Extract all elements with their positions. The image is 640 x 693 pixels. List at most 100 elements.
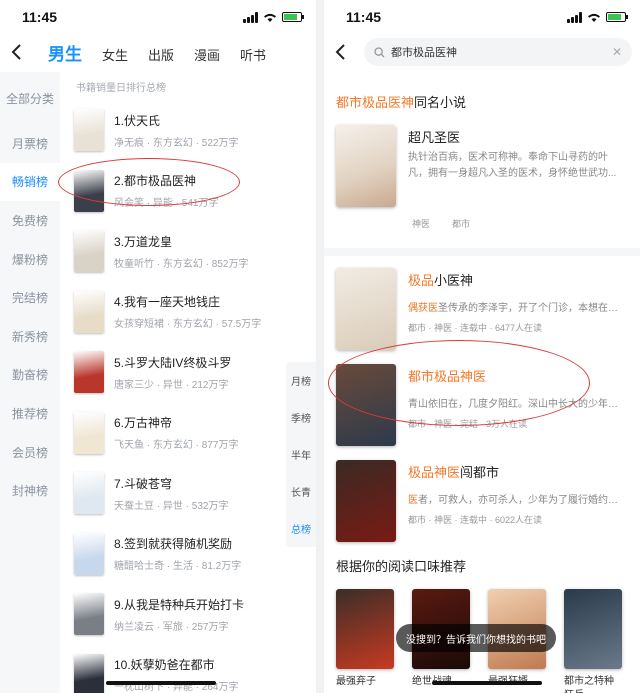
clear-icon[interactable]: ✕ <box>612 45 622 59</box>
tag[interactable]: 神医 <box>412 217 430 230</box>
book-cover <box>74 290 104 333</box>
book-cover <box>74 653 104 693</box>
book-title: 1.伏天氏 <box>114 113 161 128</box>
book-title: 9.从我是特种兵开始打卡 <box>114 597 245 612</box>
book-row[interactable]: 9.从我是特种兵开始打卡 纳兰凌云 · 军旅 · 257万字 <box>60 584 316 645</box>
book-meta: 净无痕 · 东方玄幻 · 522万字 <box>114 137 239 149</box>
status-time: 11:45 <box>346 9 382 25</box>
book-cover <box>74 532 104 575</box>
period-tab-season[interactable]: 季榜 <box>286 399 316 436</box>
battery-icon <box>282 12 304 22</box>
list-header: 书籍销量日排行总榜 <box>76 82 166 94</box>
highlight-circle <box>328 340 590 426</box>
book-row[interactable]: 6.万古神帝飞天鱼 · 东方玄幻 · 877万字 <box>60 403 316 464</box>
search-query: 都市极品医神 <box>391 47 457 59</box>
book-title: 10.妖孽奶爸在都市 <box>114 658 215 673</box>
book-title: 5.斗罗大陆IV终极斗罗 <box>114 355 232 370</box>
recommend-book[interactable]: 最强弃子 <box>336 589 394 693</box>
tab-publish[interactable]: 出版 <box>148 45 174 64</box>
book-row[interactable]: 4.我有一座天地钱庄 女孩穿短裙 · 东方玄幻 · 57.5万字 <box>60 282 316 343</box>
signal-icon <box>567 11 582 23</box>
book-row[interactable]: 7.斗破苍穹 天蚕土豆 · 异世 · 532万字 <box>60 463 316 524</box>
side-item-member[interactable]: 会员榜 <box>0 433 60 472</box>
result-book-desc: 偶获医圣传承的李泽宇，开了个门诊，本想在门诊... <box>408 301 626 316</box>
highlight-circle <box>58 158 240 206</box>
back-button[interactable] <box>332 43 350 61</box>
tab-female[interactable]: 女生 <box>102 45 128 64</box>
feedback-toast[interactable]: 没搜到？告诉我们你想找的书吧 <box>396 624 556 652</box>
ranking-screen: 11:45 男生 女生 出版 漫画 听书 全部分类 月票榜 畅销榜 免费榜 爆粉… <box>0 0 316 693</box>
book-row[interactable]: 1.伏天氏净无痕 · 东方玄幻 · 522万字 <box>60 100 316 161</box>
tag[interactable]: 都市 <box>452 217 470 230</box>
divider <box>316 0 324 693</box>
section-separator <box>324 248 640 256</box>
book-row[interactable]: 8.签到就获得随机奖励 糖醋哈士奇 · 生活 · 81.2万字 <box>60 524 316 585</box>
ranking-side-menu: 全部分类 月票榜 畅销榜 免费榜 爆粉榜 完结榜 新秀榜 勤奋榜 推荐榜 会员榜… <box>0 72 60 693</box>
book-cover <box>74 230 104 273</box>
featured-book-cover <box>336 125 396 207</box>
search-result-card[interactable]: 极品神医闯都市 医者，可救人，亦可杀人，少年为了履行婚约而从... 都市 · 神医 … <box>324 460 640 542</box>
side-item-all-categories[interactable]: 全部分类 <box>0 72 60 124</box>
result-desc-text: 圣传承的李泽宇，开了个门诊，本想在门诊... <box>438 303 626 314</box>
period-tabs: 月榜 季榜 半年 长青 总榜 <box>286 362 316 547</box>
featured-book-card[interactable]: 超凡圣医 执针治百病，医术可称神。奉命下山寻药的叶 凡，拥有一身超凡入圣的医术，… <box>324 125 640 207</box>
result-book-desc: 医者，可救人，亦可杀人，少年为了履行婚约而从... <box>408 493 626 508</box>
side-item-monthly-ticket[interactable]: 月票榜 <box>0 124 60 163</box>
period-tab-total[interactable]: 总榜 <box>286 510 316 547</box>
back-button[interactable] <box>8 43 26 61</box>
wifi-icon <box>264 13 276 22</box>
top-nav: 男生 女生 出版 漫画 听书 <box>0 34 316 70</box>
side-item-recommend[interactable]: 推荐榜 <box>0 394 60 433</box>
search-icon <box>374 46 385 57</box>
side-item-bestseller[interactable]: 畅销榜 <box>0 162 60 202</box>
result-title-highlight: 极品神医 <box>408 465 461 480</box>
result-book-title: 极品小医神 <box>408 270 626 289</box>
recommend-book-title: 都市之特种狂兵 <box>564 676 614 693</box>
book-meta: 天蚕土豆 · 异世 · 532万字 <box>114 500 229 512</box>
signal-icon <box>243 11 258 23</box>
period-tab-evergreen[interactable]: 长青 <box>286 473 316 510</box>
book-cover <box>74 109 104 152</box>
period-tab-half-year[interactable]: 半年 <box>286 436 316 473</box>
book-row[interactable]: 3.万道龙皇牧童听竹 · 东方玄幻 · 852万字 <box>60 221 316 282</box>
featured-book-desc-2: 凡，拥有一身超凡入圣的医术，身怀绝世武功... <box>408 168 617 179</box>
book-title: 6.万古神帝 <box>114 416 173 431</box>
featured-book-tags: 神医 都市 <box>324 217 640 230</box>
book-meta: 牧童听竹 · 东方玄幻 · 852万字 <box>114 258 249 270</box>
side-item-diligent[interactable]: 勤奋榜 <box>0 356 60 395</box>
book-cover <box>74 472 104 515</box>
result-desc-highlight: 偶获医 <box>408 303 438 314</box>
channel-tabs: 男生 女生 出版 漫画 听书 <box>48 40 266 65</box>
book-meta: 飞天鱼 · 东方玄幻 · 877万字 <box>114 440 239 452</box>
chevron-left-icon <box>335 44 345 60</box>
tab-male[interactable]: 男生 <box>48 40 82 65</box>
result-title-highlight: 极品 <box>408 273 435 288</box>
result-book-meta: 都市 · 神医 · 连载中 · 6477人在读 <box>408 323 543 333</box>
book-row[interactable]: 5.斗罗大陆IV终极斗罗 唐家三少 · 异世 · 212万字 <box>60 342 316 403</box>
book-cover <box>74 411 104 454</box>
book-row[interactable]: 10.妖孽奶爸在都市 一枕山树下 · 异能 · 264万字 <box>60 645 316 693</box>
tab-audio[interactable]: 听书 <box>240 45 266 64</box>
result-desc-text: 者，可救人，亦可杀人，少年为了履行婚约而从... <box>418 495 626 506</box>
book-meta: 纳兰凌云 · 军旅 · 257万字 <box>114 621 229 633</box>
side-item-legend[interactable]: 封神榜 <box>0 471 60 510</box>
book-cover <box>74 351 104 394</box>
book-title: 3.万道龙皇 <box>114 234 173 249</box>
recommend-book-cover <box>564 589 622 669</box>
side-item-free[interactable]: 免费榜 <box>0 201 60 240</box>
side-item-completed[interactable]: 完结榜 <box>0 278 60 317</box>
side-item-newcomer[interactable]: 新秀榜 <box>0 317 60 356</box>
search-input[interactable]: 都市极品医神 ✕ <box>364 38 632 66</box>
result-book-title: 极品神医闯都市 <box>408 462 626 481</box>
battery-icon <box>606 12 628 22</box>
recommend-book[interactable]: 都市之特种狂兵 <box>564 589 622 693</box>
featured-book-desc-1: 执针治百病，医术可称神。奉命下山寻药的叶 <box>408 152 608 163</box>
result-desc-highlight: 医 <box>408 495 418 506</box>
tab-comic[interactable]: 漫画 <box>194 45 220 64</box>
search-result-card[interactable]: 极品小医神偶获医圣传承的李泽宇，开了个门诊，本想在门诊... 都市 · 神医 · … <box>324 268 640 350</box>
home-indicator <box>106 681 216 685</box>
side-item-hot-fans[interactable]: 爆粉榜 <box>0 240 60 279</box>
period-tab-month[interactable]: 月榜 <box>286 362 316 399</box>
status-bar: 11:45 <box>324 0 640 34</box>
result-title-rest: 小医神 <box>434 273 474 288</box>
